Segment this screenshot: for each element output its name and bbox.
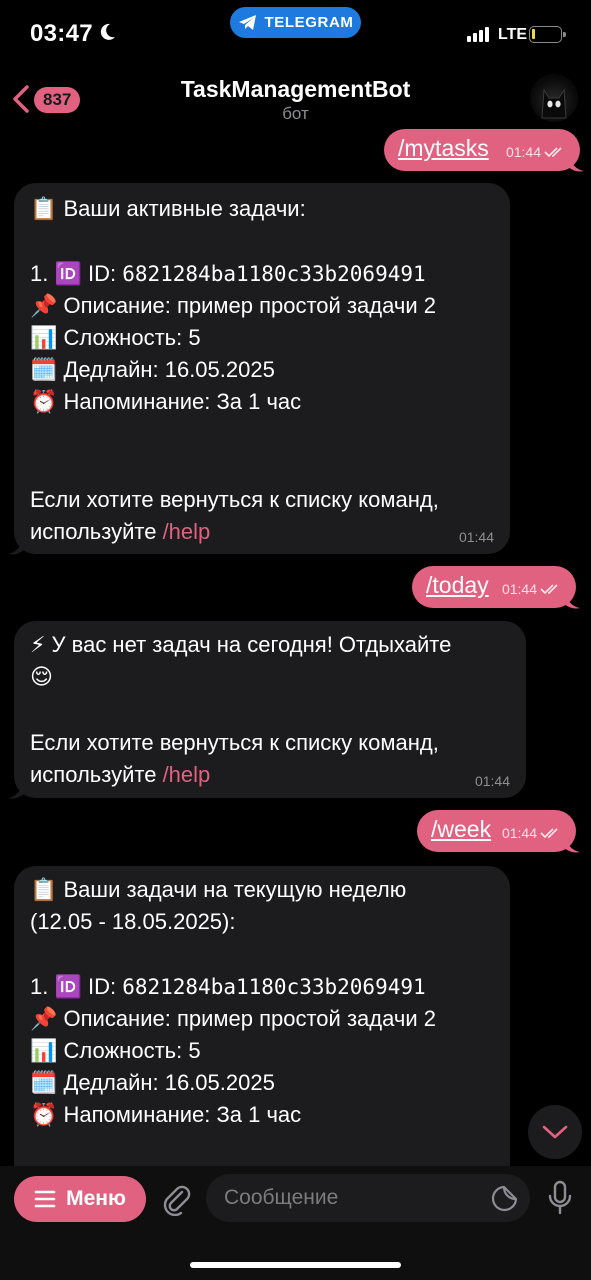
bubble-tail: [564, 590, 580, 609]
message-time: 01:44: [501, 581, 537, 597]
footer-line: Если хотите вернуться к списку команд,: [30, 487, 439, 512]
cat-avatar-image: [541, 88, 567, 119]
week-range: (12.05 - 18.05.2025):: [30, 909, 236, 934]
pill-label: TELEGRAM: [264, 14, 354, 31]
message-heading: 📋 Ваши активные задачи:: [30, 196, 306, 221]
command-text[interactable]: /week: [431, 816, 491, 843]
double-check-icon: [540, 828, 558, 839]
task-id-prefix: 1. 🆔 ID:: [30, 261, 123, 286]
sticker-icon[interactable]: [491, 1185, 518, 1212]
battery-icon: [529, 26, 566, 43]
attach-icon[interactable]: [160, 1182, 192, 1216]
task-description: 📌 Описание: пример простой задачи 2: [30, 1006, 436, 1031]
task-deadline: 🗓️ Дедлайн: 16.05.2025: [30, 357, 275, 382]
telegram-pill[interactable]: TELEGRAM: [230, 7, 361, 38]
task-id-line: 1. 🆔 ID: 6821284ba1180c33b2069491: [30, 258, 498, 291]
message-emoji: 😌: [30, 664, 53, 689]
chat-header: 837 TaskManagementBot бот: [0, 62, 591, 134]
home-indicator: [190, 1262, 401, 1268]
network-label: LTE: [498, 26, 528, 43]
help-link[interactable]: /help: [163, 519, 211, 544]
chat-title[interactable]: TaskManagementBot: [0, 76, 591, 103]
command-text[interactable]: /today: [426, 572, 489, 599]
message-time: 01:44: [505, 144, 541, 160]
task-id-line: 1. 🆔 ID: 6821284ba1180c33b2069491: [30, 971, 498, 1004]
task-complexity: 📊 Сложность: 5: [30, 1038, 201, 1063]
status-time: 03:47: [30, 20, 93, 47]
footer-line-2: используйте /help: [30, 759, 514, 792]
message-input-bar: Меню: [0, 1166, 591, 1280]
signal-icon: [467, 27, 489, 42]
footer-line: Если хотите вернуться к списку команд,: [30, 730, 439, 755]
incoming-message: ⚡ У вас нет задач на сегодня! Отдыхайте …: [14, 621, 526, 798]
bot-menu-button[interactable]: Меню: [14, 1176, 146, 1222]
message-input[interactable]: [224, 1174, 484, 1222]
telegram-icon: [238, 14, 256, 30]
task-description: 📌 Описание: пример простой задачи 2: [30, 293, 436, 318]
avatar[interactable]: [530, 74, 578, 122]
scroll-down-icon: [542, 1125, 568, 1139]
message-time: 01:44: [458, 529, 494, 545]
outgoing-message[interactable]: /mytasks 01:44: [384, 129, 580, 171]
message-line: ⚡ У вас нет задач на сегодня! Отдыхайте: [30, 632, 452, 657]
task-id-value[interactable]: 6821284ba1180c33b2069491: [122, 262, 425, 286]
footer-line-2: используйте /help: [30, 516, 498, 549]
bubble-tail: [568, 153, 584, 172]
menu-icon: [34, 1190, 56, 1208]
task-complexity: 📊 Сложность: 5: [30, 325, 201, 350]
command-text[interactable]: /mytasks: [398, 135, 489, 162]
outgoing-message[interactable]: /today 01:44: [412, 566, 576, 608]
bubble-tail: [8, 536, 24, 555]
task-reminder: ⏰ Напоминание: За 1 час: [30, 389, 302, 414]
menu-label: Меню: [66, 1187, 126, 1210]
message-field[interactable]: [206, 1174, 530, 1222]
moon-icon: [100, 23, 115, 40]
message-meta: 01:44: [506, 144, 566, 160]
message-time: 01:44: [474, 773, 510, 789]
incoming-message: 📋 Ваши задачи на текущую неделю (12.05 -…: [14, 866, 510, 1206]
message-time: 01:44: [501, 825, 537, 841]
message-meta: 01:44: [502, 581, 562, 597]
scroll-down-button[interactable]: [528, 1105, 582, 1159]
chat-subtitle: бот: [282, 104, 309, 123]
task-reminder: ⏰ Напоминание: За 1 час: [30, 1102, 302, 1127]
outgoing-message[interactable]: /week 01:44: [417, 810, 576, 852]
incoming-message: 📋 Ваши активные задачи: 1. 🆔 ID: 6821284…: [14, 183, 510, 554]
task-id-value[interactable]: 6821284ba1180c33b2069491: [122, 975, 425, 999]
double-check-icon: [544, 147, 562, 158]
footer-text: используйте: [30, 519, 163, 544]
bubble-tail: [8, 780, 24, 799]
task-id-prefix: 1. 🆔 ID:: [30, 974, 123, 999]
mic-icon[interactable]: [546, 1180, 574, 1216]
bubble-tail: [564, 834, 580, 853]
task-deadline: 🗓️ Дедлайн: 16.05.2025: [30, 1070, 275, 1095]
message-meta: 01:44: [502, 825, 562, 841]
double-check-icon: [540, 584, 558, 595]
message-heading: 📋 Ваши задачи на текущую неделю: [30, 877, 407, 902]
help-link[interactable]: /help: [163, 762, 211, 787]
status-bar: 03:47 TELEGRAM LTE: [0, 0, 591, 62]
footer-text: используйте: [30, 762, 163, 787]
